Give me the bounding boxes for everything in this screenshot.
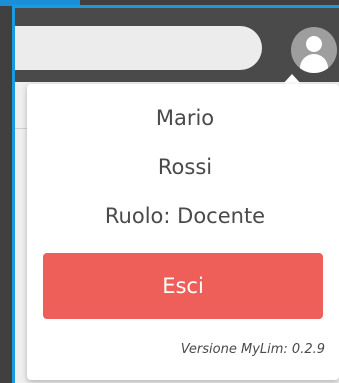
user-menu-dropdown: Mario Rossi Ruolo: Docente Esci Versione… — [27, 84, 339, 380]
user-avatar-icon[interactable] — [291, 27, 337, 73]
logout-button[interactable]: Esci — [43, 253, 323, 319]
avatar-head — [306, 36, 322, 52]
version-label: Versione MyLim: 0.2.9 — [180, 342, 325, 357]
search-input[interactable] — [15, 26, 262, 70]
user-role: Ruolo: Docente — [104, 204, 266, 228]
user-info: Mario Rossi Ruolo: Docente — [90, 84, 280, 252]
avatar-shoulders — [300, 54, 328, 73]
user-first-name: Mario — [155, 106, 215, 130]
user-last-name: Rossi — [157, 155, 213, 179]
divider — [15, 128, 27, 129]
app-window: Mario Rossi Ruolo: Docente Esci Versione… — [0, 0, 339, 383]
top-bar — [15, 8, 339, 82]
